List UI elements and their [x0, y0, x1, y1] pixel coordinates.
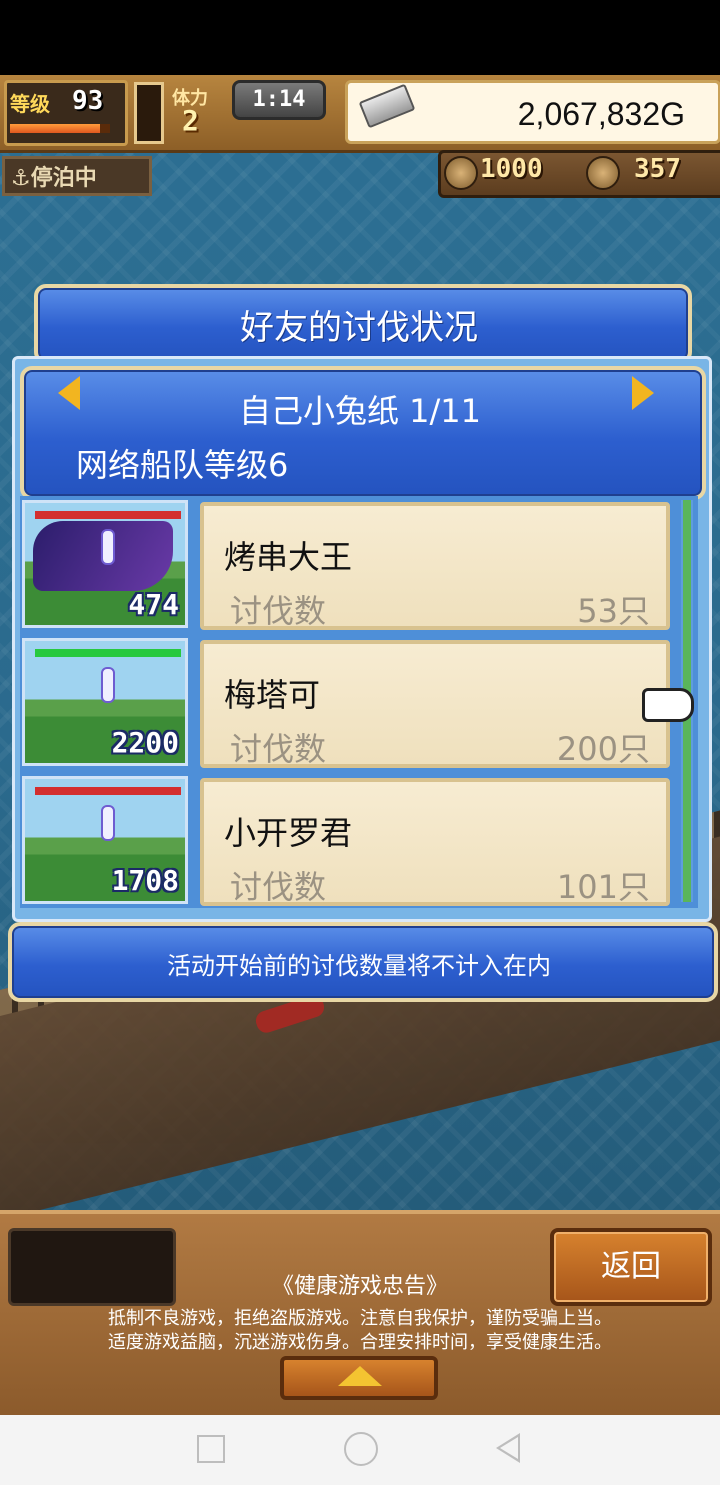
boss-count: 2200 [111, 726, 179, 759]
boss-count: 1708 [111, 864, 179, 897]
level-value: 93 [72, 86, 104, 116]
boss-thumbnail: 1708 [22, 776, 188, 904]
boss-thumbnail: 474 [22, 500, 188, 628]
kill-count-value: 101只 [556, 868, 650, 906]
resource1-value: 1000 [480, 154, 543, 184]
wood-icon [444, 156, 478, 190]
home-icon[interactable] [344, 1432, 378, 1466]
boss-thumbnail: 2200 [22, 638, 188, 766]
chevron-up-icon [338, 1366, 382, 1386]
crystal-icon [101, 805, 115, 841]
friend-card[interactable]: 烤串大王 讨伐数 53只 [200, 502, 670, 630]
friend-name: 烤串大王 [224, 538, 353, 576]
crystal-icon [101, 667, 115, 703]
note-text: 活动开始前的讨伐数量将不计入在内 [167, 952, 551, 980]
health-advice-line1: 抵制不良游戏，拒绝盗版游戏。注意自我保护，谨防受骗上当。 [108, 1308, 612, 1329]
kill-count-value: 200只 [556, 730, 650, 768]
friend-name: 梅塔可 [224, 676, 321, 714]
next-arrow-icon[interactable] [632, 376, 654, 410]
boss-hp-bar [35, 787, 181, 795]
list-item[interactable]: 2200 梅塔可 讨伐数 200只 [22, 638, 682, 770]
kill-count-label: 讨伐数 [230, 730, 327, 768]
level-progress-fill [10, 124, 100, 133]
kill-count-value: 53只 [577, 592, 650, 630]
boss-hp-bar [35, 511, 181, 519]
resource2-value: 357 [634, 154, 681, 184]
health-advice-line2: 适度游戏益脑，沉迷游戏伤身。合理安排时间，享受健康生活。 [108, 1332, 612, 1353]
coin-icon [586, 156, 620, 190]
status-bar [0, 0, 720, 75]
stamina-gauge [134, 82, 164, 144]
docked-status-badge: ⚓停泊中 [2, 156, 152, 196]
kill-count-label: 讨伐数 [230, 592, 327, 630]
prev-arrow-icon[interactable] [58, 376, 80, 410]
stamina-value: 2 [182, 104, 199, 137]
boss-count: 474 [128, 588, 179, 621]
pointing-hand-icon [642, 688, 694, 722]
gold-amount: 2,067,832G [517, 96, 685, 132]
page-title: 好友的讨伐状况 [240, 308, 478, 348]
friend-card[interactable]: 小开罗君 讨伐数 101只 [200, 778, 670, 906]
health-advice-title: 《健康游戏忠告》 [271, 1274, 448, 1299]
friend-card[interactable]: 梅塔可 讨伐数 200只 [200, 640, 670, 768]
kill-count-label: 讨伐数 [230, 868, 327, 906]
friend-name: 小开罗君 [224, 814, 353, 852]
fleet-level: 网络船队等级6 [76, 446, 289, 484]
level-label: 等级 [10, 92, 50, 116]
back-nav-icon-inner [500, 1437, 518, 1459]
list-item[interactable]: 1708 小开罗君 讨伐数 101只 [22, 776, 682, 908]
player-name: 自己小兔纸 1/11 [238, 392, 482, 430]
level-progress-bar [10, 124, 110, 133]
stamina-timer: 1:14 [232, 80, 326, 120]
recents-icon[interactable] [197, 1435, 225, 1463]
list-item[interactable]: 474 烤串大王 讨伐数 53只 [22, 500, 682, 632]
crystal-icon [101, 529, 115, 565]
boss-hp-bar [35, 649, 181, 657]
